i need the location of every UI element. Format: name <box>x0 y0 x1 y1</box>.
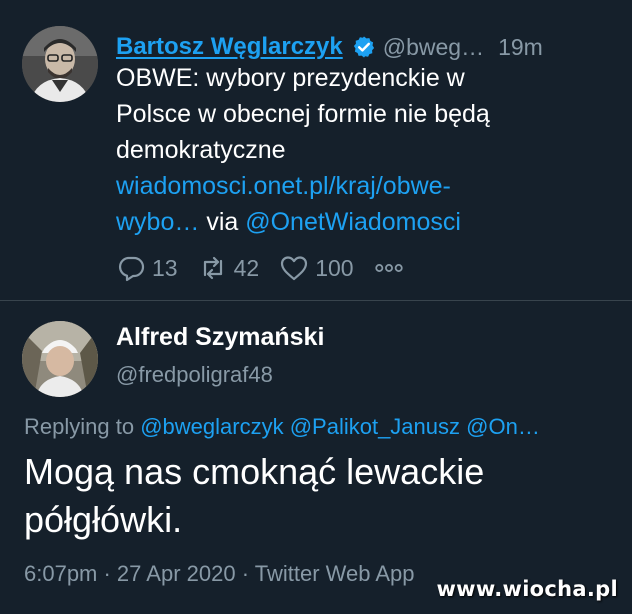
tweet-actions: 13 42 100 <box>116 252 430 284</box>
twitter-thread: Bartosz Węglarczyk @bweg… 19m OBWE: wybo… <box>0 0 632 614</box>
reply-icon <box>118 256 145 282</box>
tweet-text-line: demokratyczne <box>116 136 286 164</box>
tweet-text-line: OBWE: wybory prezydenckie w <box>116 64 465 92</box>
avatar-photo <box>22 321 98 397</box>
retweet-count: 42 <box>233 254 260 281</box>
reply-button[interactable]: 13 <box>116 253 178 283</box>
replying-to: Replying to @bweglarczyk @Palikot_Janusz… <box>24 414 614 440</box>
avatar-photo <box>22 26 98 102</box>
article-link[interactable]: wiadomosci.onet.pl/kraj/obwe- <box>116 168 616 204</box>
tweet-time[interactable]: 19m <box>498 34 543 61</box>
tweet-divider <box>0 300 632 301</box>
reply-text-line: półgłówki. <box>24 499 183 540</box>
retweet-button[interactable]: 42 <box>198 253 260 283</box>
via-label: via <box>199 208 246 236</box>
original-tweet[interactable]: Bartosz Węglarczyk @bweg… 19m OBWE: wybo… <box>0 0 632 300</box>
heart-icon <box>281 256 308 281</box>
mention-link[interactable]: @On… <box>466 414 540 439</box>
tweet-text-line: Polsce w obecnej formie nie będą <box>116 100 490 128</box>
tweet-header: Bartosz Węglarczyk @bweg… 19m <box>116 31 604 63</box>
mention-link[interactable]: @bweglarczyk <box>140 414 283 439</box>
mention-link[interactable]: @Palikot_Janusz <box>290 414 460 439</box>
watermark: www.wiocha.pl <box>436 577 618 601</box>
retweet-icon <box>203 256 222 280</box>
reply-text: Mogą nas cmoknąć lewackie półgłówki. <box>24 448 604 544</box>
reply-count: 13 <box>152 254 178 281</box>
tweet-text: OBWE: wybory prezydenckie w Polsce w obe… <box>116 60 616 240</box>
more-button[interactable] <box>374 253 410 283</box>
via-mention[interactable]: @OnetWiadomosci <box>245 208 461 236</box>
avatar[interactable] <box>22 26 98 102</box>
reply-text-line: Mogą nas cmoknąć lewackie <box>24 451 485 492</box>
link-line: wybo… via @OnetWiadomosci <box>116 204 616 240</box>
more-dots-icon <box>374 264 403 272</box>
reply-author-handle[interactable]: @fredpoligraf48 <box>116 362 273 388</box>
reply-author-name[interactable]: Alfred Szymański <box>116 323 324 352</box>
tweet-meta[interactable]: 6:07pm · 27 Apr 2020 · Twitter Web App <box>24 561 415 587</box>
like-count: 100 <box>315 254 354 281</box>
article-link-end[interactable]: wybo… <box>116 208 199 236</box>
author-handle[interactable]: @bweg… <box>383 34 484 61</box>
author-name[interactable]: Bartosz Węglarczyk <box>116 33 343 61</box>
verified-badge-icon <box>353 36 374 58</box>
reply-avatar[interactable] <box>22 321 98 397</box>
replying-prefix: Replying to <box>24 414 141 439</box>
like-button[interactable]: 100 <box>279 253 354 283</box>
